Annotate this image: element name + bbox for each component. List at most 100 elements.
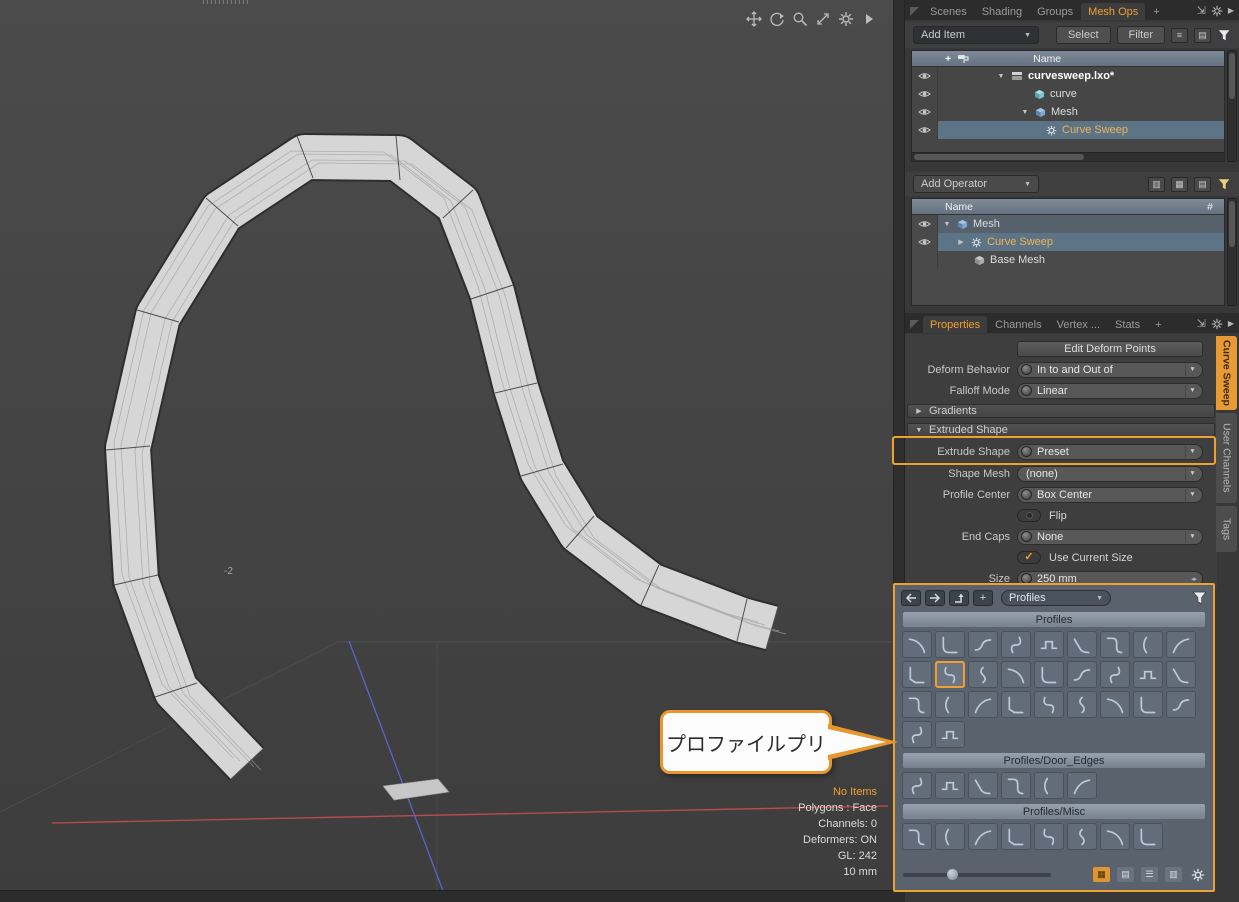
gear-icon[interactable] <box>1211 5 1223 17</box>
side-tab-curve-sweep[interactable]: Curve Sweep <box>1216 336 1237 410</box>
profile-preset-thumb[interactable] <box>902 691 932 718</box>
preset-options-gear-icon[interactable] <box>1191 868 1205 882</box>
visibility-eye-icon[interactable] <box>912 85 938 103</box>
operator-filter-funnel-icon[interactable] <box>1217 178 1231 191</box>
profile-preset-thumb[interactable] <box>1133 631 1163 658</box>
item-list-header[interactable]: + Name <box>912 51 1224 67</box>
item-label[interactable]: Mesh <box>1051 106 1078 118</box>
item-row[interactable]: curve <box>912 85 1224 103</box>
profile-preset-thumb[interactable] <box>935 823 965 850</box>
profile-preset-thumb[interactable] <box>1001 823 1031 850</box>
list-options-icon[interactable]: ≡ <box>1171 28 1188 43</box>
profile-preset-thumb[interactable] <box>1034 631 1064 658</box>
solo-view-icon[interactable]: ▥ <box>1148 177 1165 192</box>
visibility-eye-icon[interactable] <box>912 121 938 139</box>
profile-preset-thumb[interactable] <box>968 631 998 658</box>
filter-button[interactable]: Filter <box>1117 26 1165 44</box>
view-mode-small-icon[interactable]: ▤ <box>1117 867 1134 882</box>
visibility-eye-icon[interactable] <box>912 67 938 85</box>
viewport-options-gear-icon[interactable] <box>838 11 854 27</box>
preset-section-header[interactable]: Profiles/Misc <box>903 804 1205 819</box>
profile-preset-thumb[interactable] <box>1001 691 1031 718</box>
profile-preset-thumb[interactable] <box>1034 772 1064 799</box>
grid-view-icon[interactable]: ▦ <box>1171 177 1188 192</box>
mini-slider-arrows-icon[interactable]: ◂▸ <box>1191 575 1196 583</box>
falloff-mode-dropdown[interactable]: Linear ▼ <box>1017 383 1203 399</box>
add-tab-button[interactable]: + <box>1146 3 1166 20</box>
visibility-eye-icon[interactable] <box>912 215 938 233</box>
operator-label[interactable]: Base Mesh <box>990 254 1045 266</box>
view-mode-list-icon[interactable]: ☰ <box>1141 867 1158 882</box>
thumbnail-size-slider[interactable] <box>903 873 1051 877</box>
profile-preset-thumb[interactable] <box>1133 691 1163 718</box>
profile-preset-thumb[interactable] <box>1067 661 1097 688</box>
paint-roller-icon[interactable] <box>957 54 969 64</box>
expand-panel-icon[interactable]: ⇲ <box>1197 317 1206 330</box>
chevron-down-icon[interactable]: ▼ <box>942 221 952 228</box>
profile-preset-thumb[interactable] <box>1100 691 1130 718</box>
profile-preset-thumb[interactable] <box>1034 661 1064 688</box>
count-column-header[interactable]: # <box>1207 201 1219 213</box>
use-current-size-checkbox[interactable]: ✓ <box>1017 551 1041 564</box>
profile-preset-thumb[interactable] <box>902 721 932 748</box>
deform-behavior-dropdown[interactable]: In to and Out of ▼ <box>1017 362 1203 378</box>
profile-preset-thumb[interactable] <box>1166 661 1196 688</box>
list-style-icon[interactable]: ▤ <box>1194 28 1211 43</box>
select-button[interactable]: Select <box>1056 26 1111 44</box>
name-column-header[interactable]: Name <box>945 201 973 213</box>
tab-shading[interactable]: Shading <box>975 3 1029 20</box>
back-arrow-button[interactable] <box>901 590 921 606</box>
profile-preset-thumb[interactable] <box>935 661 965 688</box>
item-label[interactable]: Curve Sweep <box>1062 124 1128 136</box>
maximize-viewport-icon[interactable] <box>815 11 831 27</box>
tab-mesh-ops[interactable]: Mesh Ops <box>1081 3 1145 20</box>
preset-section-header[interactable]: Profiles <box>903 612 1205 627</box>
operator-label[interactable]: Curve Sweep <box>987 236 1053 248</box>
panel-menu-arrow-icon[interactable]: ▶ <box>1228 319 1234 328</box>
tab-vertex[interactable]: Vertex ... <box>1050 316 1107 333</box>
gradients-section-header[interactable]: ▶ Gradients <box>907 404 1215 418</box>
filter-funnel-icon[interactable] <box>1217 29 1231 42</box>
preset-path-dropdown[interactable]: Profiles ▼ <box>1001 590 1111 606</box>
profile-preset-thumb[interactable] <box>935 721 965 748</box>
viewport-menu-arrow-icon[interactable] <box>861 11 877 27</box>
list-view-icon[interactable]: ▤ <box>1194 177 1211 192</box>
up-directory-button[interactable] <box>949 590 969 606</box>
preset-section-header[interactable]: Profiles/Door_Edges <box>903 753 1205 768</box>
view-mode-detail-icon[interactable]: ▥ <box>1165 867 1182 882</box>
profile-preset-thumb[interactable] <box>902 661 932 688</box>
profile-preset-thumb[interactable] <box>1001 631 1031 658</box>
extruded-shape-section-header[interactable]: ▼ Extruded Shape <box>907 423 1215 437</box>
add-item-button[interactable]: Add Item ▼ <box>913 26 1039 44</box>
gear-icon[interactable] <box>1211 318 1223 330</box>
profile-preset-thumb[interactable] <box>1034 823 1064 850</box>
forward-arrow-button[interactable] <box>925 590 945 606</box>
profile-center-dropdown[interactable]: Box Center ▼ <box>1017 487 1203 503</box>
operator-row[interactable]: ▼ Mesh <box>912 215 1224 233</box>
profile-preset-thumb[interactable] <box>1166 691 1196 718</box>
side-tab-tags[interactable]: Tags <box>1216 506 1237 552</box>
profile-preset-thumb[interactable] <box>902 631 932 658</box>
tab-scenes[interactable]: Scenes <box>923 3 974 20</box>
expand-panel-icon[interactable]: ⇲ <box>1197 4 1206 17</box>
operator-row-selected[interactable]: ▶ Curve Sweep <box>912 233 1224 251</box>
profile-preset-thumb[interactable] <box>1133 661 1163 688</box>
add-operator-button[interactable]: Add Operator ▼ <box>913 175 1039 193</box>
tab-groups[interactable]: Groups <box>1030 3 1080 20</box>
chevron-down-icon[interactable]: ▼ <box>1020 109 1030 116</box>
tab-properties[interactable]: Properties <box>923 316 987 333</box>
profile-preset-thumb[interactable] <box>1100 661 1130 688</box>
profile-preset-thumb[interactable] <box>968 823 998 850</box>
tab-stats[interactable]: Stats <box>1108 316 1147 333</box>
add-preset-button[interactable]: + <box>973 590 993 606</box>
chevron-right-icon[interactable]: ▶ <box>956 238 966 246</box>
flip-checkbox[interactable] <box>1017 509 1041 522</box>
extrude-shape-dropdown[interactable]: Preset ▼ <box>1017 444 1203 460</box>
profile-preset-thumb[interactable] <box>935 772 965 799</box>
name-column-header[interactable]: Name <box>1033 53 1061 65</box>
profile-preset-thumb[interactable] <box>968 691 998 718</box>
profile-preset-thumb[interactable] <box>1001 772 1031 799</box>
edit-deform-points-button[interactable]: Edit Deform Points <box>1017 341 1203 357</box>
profile-preset-thumb[interactable] <box>1067 691 1097 718</box>
view-mode-thumbnails-icon[interactable]: ▦ <box>1093 867 1110 882</box>
